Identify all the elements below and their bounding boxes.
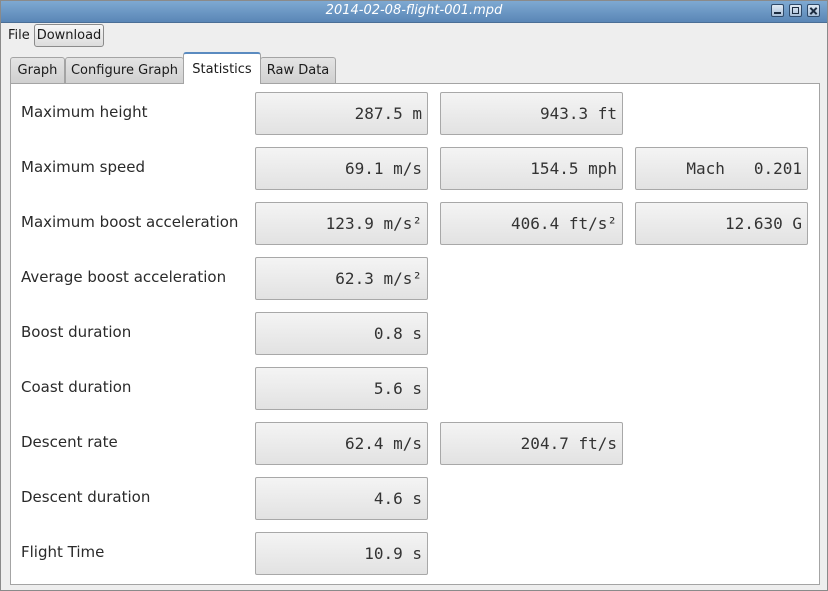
max-height-meters-field: 287.5 m [255, 92, 428, 135]
avg-boost-accel-ms2-field: 62.3 m/s² [255, 257, 428, 300]
coast-duration-field: 5.6 s [255, 367, 428, 410]
maximize-icon[interactable] [789, 4, 802, 17]
flight-time-field: 10.9 s [255, 532, 428, 575]
tab-statistics[interactable]: Statistics [183, 52, 261, 84]
coast-duration-label: Coast duration [21, 378, 132, 396]
flight-time-label: Flight Time [21, 543, 105, 561]
max-height-label: Maximum height [21, 103, 148, 121]
title-bar[interactable]: 2014-02-08-flight-001.mpd [1, 1, 827, 23]
tab-graph[interactable]: Graph [10, 57, 65, 83]
max-boost-accel-label: Maximum boost acceleration [21, 213, 239, 231]
download-button[interactable]: Download [34, 24, 104, 47]
menu-file[interactable]: File [8, 28, 30, 43]
max-speed-mph-field: 154.5 mph [440, 147, 623, 190]
descent-duration-label: Descent duration [21, 488, 151, 506]
app-window: 2014-02-08-flight-001.mpd File Download … [0, 0, 828, 591]
window-title: 2014-02-08-flight-001.mpd [325, 3, 503, 18]
max-height-feet-field: 943.3 ft [440, 92, 623, 135]
descent-rate-fts-field: 204.7 ft/s [440, 422, 623, 465]
descent-rate-ms-field: 62.4 m/s [255, 422, 428, 465]
max-boost-accel-g-field: 12.630 G [635, 202, 808, 245]
boost-duration-label: Boost duration [21, 323, 132, 341]
max-speed-label: Maximum speed [21, 158, 145, 176]
boost-duration-field: 0.8 s [255, 312, 428, 355]
max-speed-ms-field: 69.1 m/s [255, 147, 428, 190]
descent-rate-label: Descent rate [21, 433, 118, 451]
minimize-icon[interactable] [771, 4, 784, 17]
max-speed-mach-field: Mach 0.201 [635, 147, 808, 190]
avg-boost-accel-label: Average boost acceleration [21, 268, 227, 286]
max-boost-accel-ms2-field: 123.9 m/s² [255, 202, 428, 245]
menu-bar: File Download [1, 23, 827, 51]
descent-duration-field: 4.6 s [255, 477, 428, 520]
tab-configure-graph[interactable]: Configure Graph [65, 57, 184, 83]
tab-raw-data[interactable]: Raw Data [260, 57, 336, 83]
close-icon[interactable] [807, 4, 820, 17]
max-boost-accel-fts2-field: 406.4 ft/s² [440, 202, 623, 245]
